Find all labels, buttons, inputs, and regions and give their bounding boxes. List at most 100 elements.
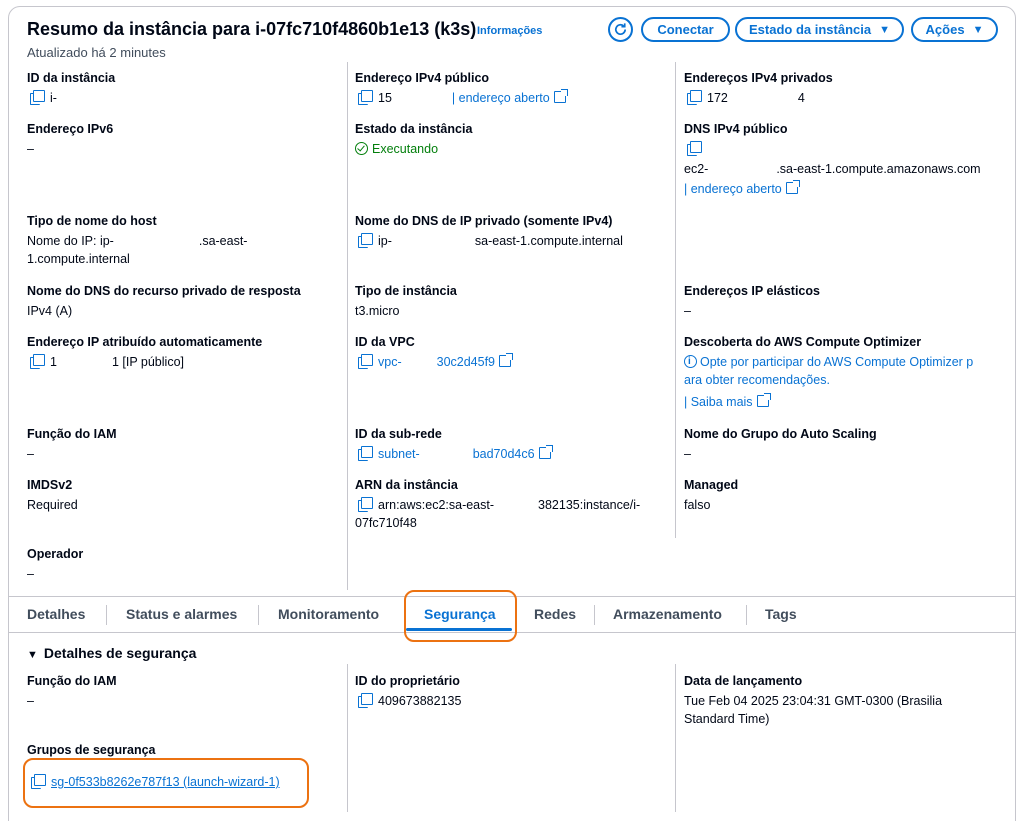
refresh-button[interactable]: [608, 17, 633, 42]
launch-date-value: Tue Feb 04 2025 23:04:31 GMT-0300 (Brasi…: [684, 694, 943, 708]
auto-ip-label: Endereço IP atribuído automaticamente: [27, 335, 263, 349]
ipv6-label: Endereço IPv6: [27, 122, 114, 136]
private-dns-value: ip-sa-east-1.compute.internal: [358, 232, 623, 250]
tab-separator: [106, 605, 107, 625]
elastic-ip-value: –: [684, 304, 691, 318]
connect-label: Conectar: [657, 22, 714, 37]
resource-dns-label: Nome do DNS do recurso privado de respos…: [27, 284, 301, 298]
ipv6-value: –: [27, 142, 34, 156]
operator-value: –: [27, 567, 34, 581]
subnet-link[interactable]: subnet-bad70d4c6: [378, 447, 535, 461]
instance-type-value: t3.micro: [355, 304, 400, 318]
open-address-link[interactable]: | endereço aberto: [452, 91, 550, 105]
launch-date-value-cont: Standard Time): [684, 712, 770, 726]
copy-icon[interactable]: [358, 446, 373, 461]
imdsv2-label: IMDSv2: [27, 478, 73, 492]
column-divider: [675, 664, 676, 812]
copy-icon[interactable]: [358, 497, 373, 512]
external-link-icon: [538, 445, 553, 459]
owner-id-value: 409673882135: [358, 692, 461, 710]
copy-icon[interactable]: [358, 90, 373, 105]
copy-icon[interactable]: [30, 90, 45, 105]
security-iam-role-label: Função do IAM: [27, 674, 117, 688]
info-link[interactable]: Informações: [477, 25, 542, 37]
page-title: Resumo da instância para i-07fc710f4860b…: [27, 19, 477, 39]
updated-timestamp: Atualizado há 2 minutes: [27, 45, 166, 60]
ipv4-public-label: Endereço IPv4 público: [355, 71, 490, 85]
dns-open-row: | endereço aberto: [684, 180, 800, 198]
external-link-icon: [785, 180, 800, 194]
optimizer-opt-in-link[interactable]: Opte por participar do AWS Compute Optim…: [684, 353, 973, 371]
hostname-type-value: Nome do IP: ip- .sa-east-: [27, 234, 248, 248]
copy-icon[interactable]: [687, 141, 702, 156]
vpc-id-value: vpc- 30c2d45f9: [358, 353, 514, 371]
instance-state-field-label: Estado da instância: [355, 122, 473, 136]
arn-value: arn:aws:ec2:sa-east- 382135:instance/i-: [358, 496, 640, 514]
copy-icon[interactable]: [687, 90, 702, 105]
tab-storage[interactable]: Armazenamento: [613, 606, 722, 622]
managed-value: falso: [684, 498, 711, 512]
copy-icon[interactable]: [358, 233, 373, 248]
learn-more-link[interactable]: | Saiba mais: [684, 395, 753, 409]
tab-details[interactable]: Detalhes: [27, 606, 85, 622]
caret-down-icon: ▼: [879, 23, 890, 36]
asg-name-label: Nome do Grupo do Auto Scaling: [684, 427, 877, 441]
success-check-icon: [355, 142, 368, 155]
connect-button[interactable]: Conectar: [641, 17, 730, 42]
tab-separator: [258, 605, 259, 625]
column-divider: [347, 62, 348, 590]
arn-value-cont: 07fc710f48: [355, 516, 417, 530]
instance-type-label: Tipo de instância: [355, 284, 457, 298]
caret-down-icon: ▼: [972, 23, 984, 36]
ipv4-private-label: Endereços IPv4 privados: [684, 71, 833, 85]
asg-name-value: –: [684, 447, 691, 461]
actions-label: Ações: [925, 22, 965, 37]
optimizer-opt-in-link-cont[interactable]: ara obter recomendações.: [684, 371, 830, 389]
private-dns-label: Nome do DNS de IP privado (somente IPv4): [355, 214, 613, 228]
tab-networking[interactable]: Redes: [534, 606, 576, 622]
ipv4-public-value: 15 | endereço aberto: [358, 89, 568, 107]
external-link-icon: [499, 353, 514, 367]
refresh-icon: [615, 23, 627, 35]
iam-role-value: –: [27, 447, 34, 461]
instance-state-label: Estado da instância: [749, 22, 872, 37]
subnet-id-value: subnet-bad70d4c6: [358, 445, 553, 463]
imdsv2-value: Required: [27, 498, 78, 512]
instance-state-status: Executando: [355, 140, 438, 158]
arn-label: ARN da instância: [355, 478, 458, 492]
vpc-link[interactable]: vpc- 30c2d45f9: [378, 355, 495, 369]
tab-status-alarms[interactable]: Status e alarmes: [126, 606, 237, 622]
instance-state-button[interactable]: Estado da instância ▼: [735, 17, 904, 42]
vpc-id-label: ID da VPC: [355, 335, 415, 349]
resource-dns-value: IPv4 (A): [27, 304, 73, 318]
open-address-link[interactable]: | endereço aberto: [684, 182, 782, 196]
tab-monitoring[interactable]: Monitoramento: [278, 606, 379, 622]
instance-id-value: i-: [30, 89, 57, 107]
hostname-type-label: Tipo de nome do host: [27, 214, 157, 228]
owner-id-label: ID do proprietário: [355, 674, 460, 688]
tab-tags[interactable]: Tags: [765, 606, 797, 622]
actions-button[interactable]: Ações ▼: [911, 17, 998, 42]
copy-icon[interactable]: [358, 693, 373, 708]
tab-separator: [594, 605, 595, 625]
copy-icon[interactable]: [358, 354, 373, 369]
security-iam-role-value: –: [27, 694, 34, 708]
external-link-icon: [756, 393, 771, 407]
dns-public-label: DNS IPv4 público: [684, 122, 788, 136]
security-details-header[interactable]: ▼ Detalhes de segurança: [27, 645, 196, 661]
managed-label: Managed: [684, 478, 739, 492]
iam-role-label: Função do IAM: [27, 427, 117, 441]
copy-icon[interactable]: [30, 354, 45, 369]
security-groups-label: Grupos de segurança: [27, 743, 156, 757]
security-tab-highlight: [404, 590, 517, 642]
column-divider: [675, 62, 676, 538]
instance-id-label: ID da instância: [27, 71, 116, 85]
caret-down-icon: ▼: [27, 649, 38, 661]
hostname-type-value-cont: 1.compute.internal: [27, 252, 130, 266]
operator-label: Operador: [27, 547, 84, 561]
launch-date-label: Data de lançamento: [684, 674, 803, 688]
tab-separator: [746, 605, 747, 625]
elastic-ip-label: Endereços IP elásticos: [684, 284, 820, 298]
ipv4-private-value: 172 4: [687, 89, 805, 107]
subnet-id-label: ID da sub-rede: [355, 427, 442, 441]
